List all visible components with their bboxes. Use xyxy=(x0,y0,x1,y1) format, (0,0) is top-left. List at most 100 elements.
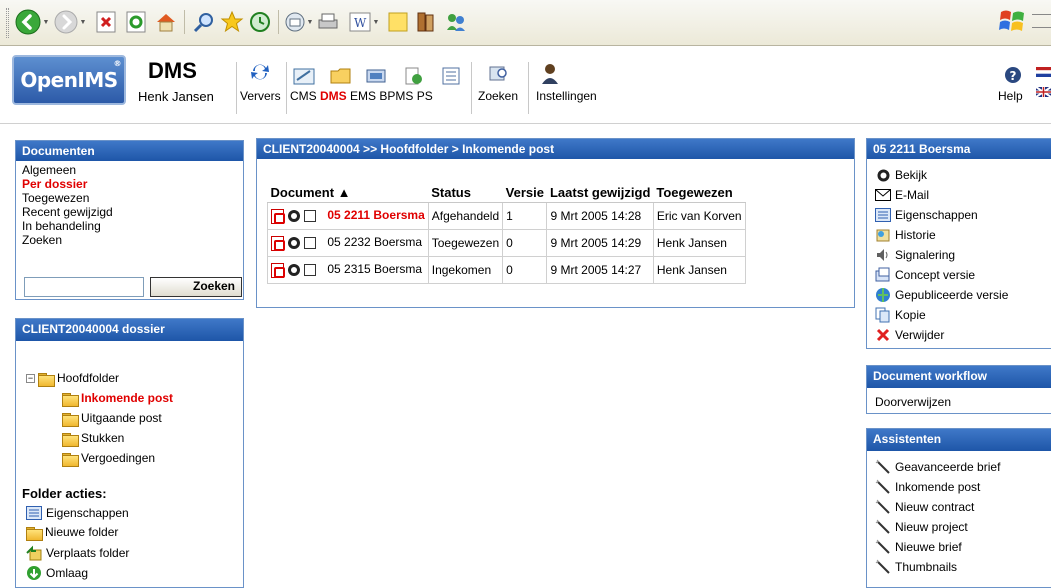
col-laatst-gewijzigd[interactable]: Laatst gewijzigd xyxy=(546,183,654,203)
ps-icon[interactable] xyxy=(440,66,462,89)
select-checkbox[interactable] xyxy=(304,264,316,277)
search-nav[interactable]: Zoeken xyxy=(474,60,526,116)
assistant-nieuwe-brief[interactable]: Nieuwe brief xyxy=(875,539,962,555)
assistant-label: Nieuw contract xyxy=(895,500,975,514)
nav-dms[interactable]: DMS xyxy=(320,89,347,103)
select-checkbox[interactable] xyxy=(304,237,316,250)
help-nav[interactable]: ? Help xyxy=(996,62,1030,116)
action-label: Eigenschappen xyxy=(46,506,129,520)
document-link[interactable]: 05 2211 Boersma xyxy=(327,208,424,222)
nav-ems[interactable]: EMS xyxy=(350,89,376,103)
collapse-icon[interactable]: − xyxy=(26,373,35,383)
menu-item-toegewezen[interactable]: Toegewezen xyxy=(22,191,237,205)
edit-dropdown-icon[interactable]: ▼ xyxy=(372,18,380,26)
ems-icon[interactable] xyxy=(365,66,387,89)
refresh-icon[interactable] xyxy=(122,8,150,36)
back-dropdown-icon[interactable]: ▼ xyxy=(42,18,50,26)
forward-dropdown-icon[interactable]: ▼ xyxy=(79,18,87,26)
col-document[interactable]: Document ▲ xyxy=(267,183,429,203)
table-row: 05 2232 Boersma Toegewezen 0 9 Mrt 2005 … xyxy=(267,229,746,257)
back-icon[interactable] xyxy=(14,8,42,36)
tree-root-label: Hoofdfolder xyxy=(57,371,120,385)
new-folder-icon xyxy=(26,526,43,541)
home-icon[interactable] xyxy=(152,8,180,36)
action-email[interactable]: E-Mail xyxy=(875,187,929,203)
copy-icon xyxy=(875,307,891,323)
move-folder-icon xyxy=(26,545,42,561)
search-icon[interactable] xyxy=(190,8,218,36)
action-eigenschappen[interactable]: Eigenschappen xyxy=(875,207,978,223)
tree-folder-vergoedingen[interactable]: Vergoedingen xyxy=(62,451,155,467)
open-folder-icon xyxy=(62,392,79,407)
refresh-nav[interactable]: Ververs xyxy=(240,60,281,116)
nav-bpms[interactable]: BPMS xyxy=(379,89,413,103)
messenger-icon[interactable] xyxy=(442,8,470,36)
menu-item-recent-gewijzigd[interactable]: Recent gewijzigd xyxy=(22,205,237,219)
menu-item-per-dossier[interactable]: Per dossier xyxy=(22,177,237,191)
documents-panel: CLIENT20040004 >> Hoofdfolder > Inkomend… xyxy=(256,138,855,308)
nav-ps[interactable]: PS xyxy=(417,89,433,103)
action-nieuwe-folder[interactable]: Nieuwe folder xyxy=(26,525,118,541)
action-bekijk[interactable]: Bekijk xyxy=(875,167,927,183)
favorites-icon[interactable] xyxy=(218,8,246,36)
modified-cell: 9 Mrt 2005 14:29 xyxy=(546,229,654,257)
settings-nav[interactable]: Instellingen xyxy=(532,60,602,116)
mail-dropdown-icon[interactable]: ▼ xyxy=(306,18,314,26)
action-kopie[interactable]: Kopie xyxy=(875,307,926,323)
assistant-label: Thumbnails xyxy=(895,560,958,574)
col-versie[interactable]: Versie xyxy=(502,183,547,203)
menu-item-in-behandeling[interactable]: In behandeling xyxy=(22,219,237,233)
action-historie[interactable]: Historie xyxy=(875,227,936,243)
pdf-icon[interactable] xyxy=(271,208,285,224)
action-concept-versie[interactable]: Concept versie xyxy=(875,267,975,283)
document-link[interactable]: 05 2232 Boersma xyxy=(327,235,422,249)
research-icon[interactable] xyxy=(412,8,440,36)
assistant-thumbnails[interactable]: Thumbnails xyxy=(875,559,957,575)
view-icon[interactable] xyxy=(288,264,300,277)
col-status[interactable]: Status xyxy=(428,183,503,203)
action-eigenschappen[interactable]: Eigenschappen xyxy=(26,505,129,521)
select-checkbox[interactable] xyxy=(304,210,316,223)
menu-item-algemeen[interactable]: Algemeen xyxy=(22,163,237,177)
document-link[interactable]: 05 2315 Boersma xyxy=(327,262,422,276)
assistant-inkomende-post[interactable]: Inkomende post xyxy=(875,479,980,495)
view-icon[interactable] xyxy=(288,237,300,250)
pdf-icon[interactable] xyxy=(271,262,285,278)
assistant-geavanceerde-brief[interactable]: Geavanceerde brief xyxy=(875,459,1000,475)
view-icon[interactable] xyxy=(288,210,300,223)
dms-icon[interactable] xyxy=(330,66,352,89)
cms-icon[interactable] xyxy=(293,66,315,89)
workflow-title: Document workflow xyxy=(867,366,1051,388)
action-omlaag[interactable]: Omlaag xyxy=(26,565,88,581)
bpms-icon[interactable] xyxy=(402,66,424,89)
pdf-icon[interactable] xyxy=(271,235,285,251)
stop-icon[interactable] xyxy=(92,8,120,36)
col-toegewezen[interactable]: Toegewezen xyxy=(653,183,746,203)
wand-icon xyxy=(875,479,891,495)
search-input[interactable] xyxy=(24,277,144,297)
history-icon[interactable] xyxy=(246,8,274,36)
english-flag-icon[interactable] xyxy=(1035,86,1051,98)
tree-folder-stukken[interactable]: Stukken xyxy=(62,431,124,447)
nav-cms[interactable]: CMS xyxy=(290,89,317,103)
assistant-nieuw-project[interactable]: Nieuw project xyxy=(875,519,968,535)
eye-icon xyxy=(875,167,891,183)
action-gepubliceerde-versie[interactable]: Gepubliceerde versie xyxy=(875,287,1008,303)
print-icon[interactable] xyxy=(314,8,342,36)
notes-icon[interactable] xyxy=(384,8,412,36)
menu-item-zoeken[interactable]: Zoeken xyxy=(22,233,237,247)
action-verplaats-folder[interactable]: Verplaats folder xyxy=(26,545,129,561)
dutch-flag-icon[interactable] xyxy=(1036,66,1051,77)
action-signalering[interactable]: Signalering xyxy=(875,247,955,263)
forward-icon[interactable] xyxy=(52,8,80,36)
search-button[interactable]: Zoeken xyxy=(150,277,242,297)
wand-icon xyxy=(875,499,891,515)
action-verwijder[interactable]: Verwijder xyxy=(875,327,944,343)
openims-logo[interactable]: OpenIMS ® xyxy=(12,55,126,105)
assistant-nieuw-contract[interactable]: Nieuw contract xyxy=(875,499,974,515)
action-doorverwijzen[interactable]: Doorverwijzen xyxy=(875,395,951,409)
tree-folder-inkomende-post[interactable]: Inkomende post xyxy=(62,391,173,407)
tree-folder-uitgaande-post[interactable]: Uitgaande post xyxy=(62,411,162,427)
word-icon[interactable]: W xyxy=(346,8,374,36)
tree-root[interactable]: − Hoofdfolder xyxy=(26,371,120,387)
